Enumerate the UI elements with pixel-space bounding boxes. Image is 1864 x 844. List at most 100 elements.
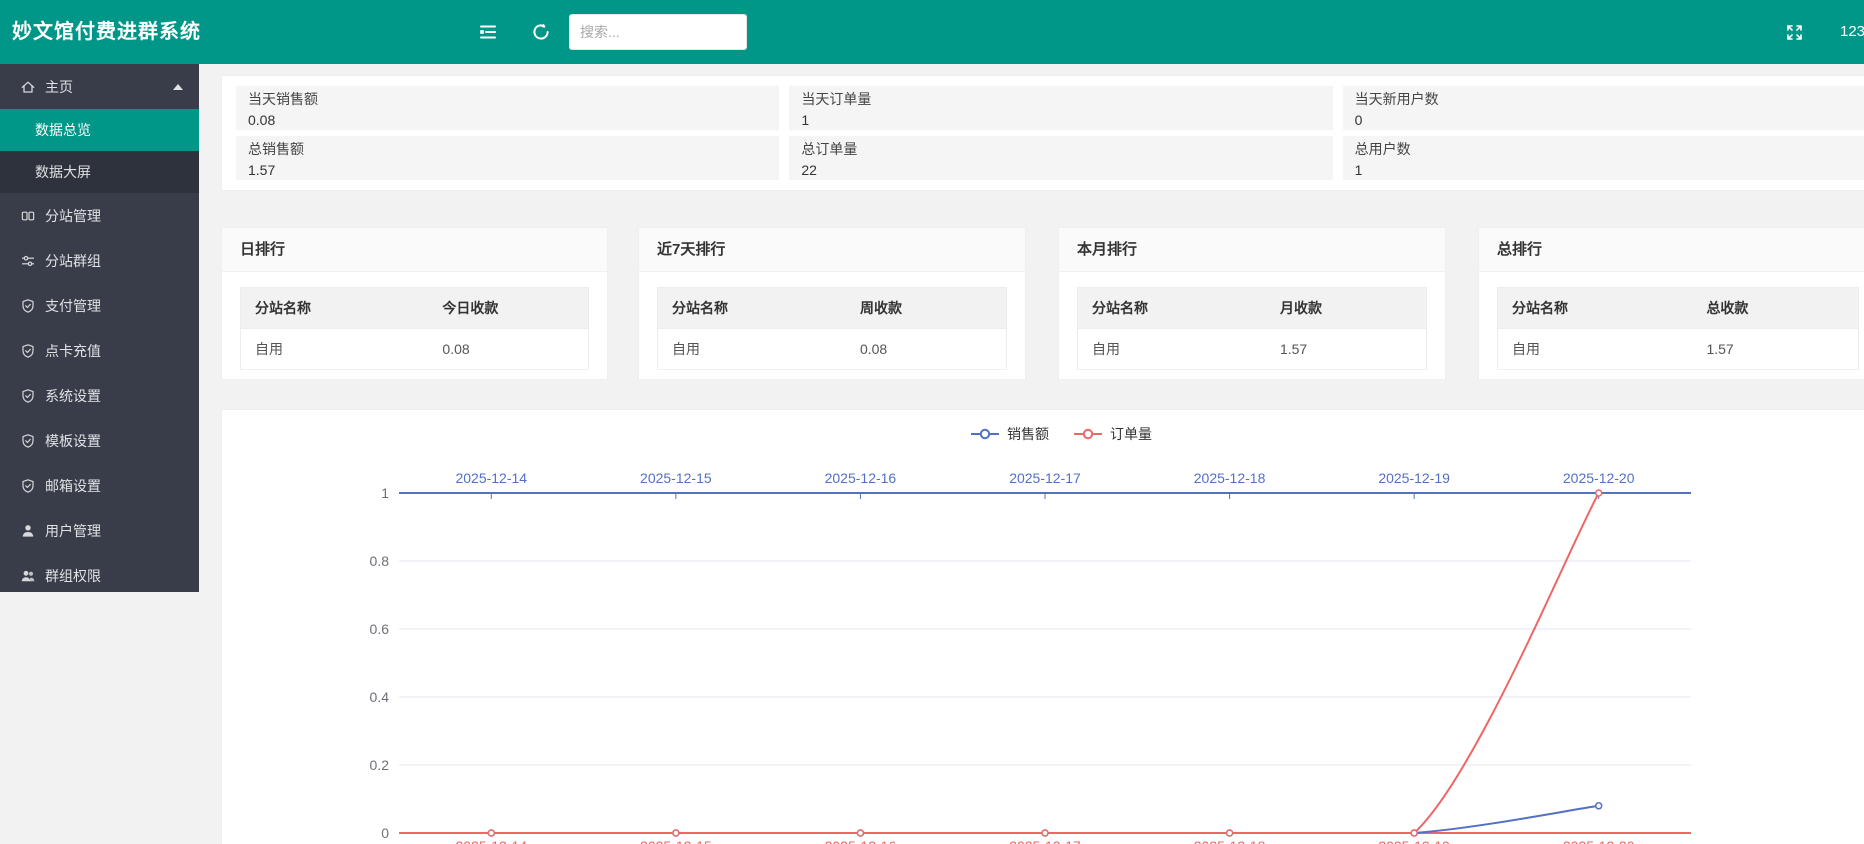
ranking-table-header-row: 分站名称月收款	[1078, 288, 1427, 329]
stat-cell-当天销售额: 当天销售额0.08	[236, 86, 779, 130]
series-line-订单量	[491, 493, 1598, 833]
shield-icon	[20, 388, 36, 404]
ranking-cell: 自用	[241, 329, 429, 370]
table-row: 自用0.08	[241, 329, 589, 370]
search-box	[569, 14, 747, 50]
stat-cell-当天订单量: 当天订单量1	[789, 86, 1332, 130]
bottom-x-axis-label: 2025-12-18	[1194, 838, 1266, 844]
ranking-card-title: 本月排行	[1059, 228, 1445, 272]
app-title: 妙文馆付费进群系统	[12, 0, 201, 64]
ranking-table-header-row: 分站名称周收款	[658, 288, 1007, 329]
sidebar-item-label: 群组权限	[45, 566, 101, 586]
data-point-订单量	[1596, 490, 1602, 496]
stat-label: 总用户数	[1355, 139, 1864, 159]
stat-label: 当天订单量	[801, 89, 1320, 109]
legend-label: 销售额	[1007, 424, 1049, 444]
stat-cell-总用户数: 总用户数1	[1343, 136, 1864, 180]
bottom-x-axis-label: 2025-12-17	[1009, 838, 1081, 844]
shield-icon	[20, 433, 36, 449]
bottom-x-axis-label: 2025-12-15	[640, 838, 712, 844]
data-point-订单量	[1227, 830, 1233, 836]
bottom-x-axis-label: 2025-12-14	[455, 838, 527, 844]
stat-cell-总销售额: 总销售额1.57	[236, 136, 779, 180]
sidebar-item-群组权限[interactable]: 群组权限	[0, 553, 199, 598]
table-row: 自用1.57	[1498, 329, 1859, 370]
sidebar-item-分站群组[interactable]: 分站群组	[0, 238, 199, 283]
legend-item-订单量[interactable]: 订单量	[1073, 424, 1152, 444]
sidebar-item-label: 用户管理	[45, 521, 101, 541]
ranking-col-header: 总收款	[1692, 288, 1858, 329]
bottom-x-axis-label: 2025-12-16	[825, 838, 897, 844]
refresh-icon[interactable]	[531, 22, 551, 42]
ranking-col-header: 分站名称	[1498, 288, 1693, 329]
legend-marker-icon	[970, 428, 1000, 440]
y-axis-tick-label: 0	[381, 825, 389, 841]
y-axis-tick-label: 1	[381, 485, 389, 501]
sidebar-item-label: 数据总览	[35, 120, 91, 140]
search-input[interactable]	[570, 15, 746, 49]
ranking-table: 分站名称月收款自用1.57	[1077, 287, 1427, 370]
legend-item-销售额[interactable]: 销售额	[970, 424, 1049, 444]
bottom-x-axis-label: 2025-12-19	[1378, 838, 1450, 844]
fullscreen-icon[interactable]	[1786, 24, 1803, 41]
sidebar-item-模板设置[interactable]: 模板设置	[0, 418, 199, 463]
data-point-销售额	[1596, 803, 1602, 809]
stat-label: 总销售额	[248, 139, 767, 159]
sidebar-item-label: 邮箱设置	[45, 476, 101, 496]
ranking-col-header: 分站名称	[241, 288, 429, 329]
ranking-cell: 1.57	[1692, 329, 1858, 370]
stat-value: 1.57	[248, 160, 767, 180]
header-username[interactable]: 12345	[1840, 0, 1864, 64]
sidebar-item-支付管理[interactable]: 支付管理	[0, 283, 199, 328]
ranking-table-header-row: 分站名称今日收款	[241, 288, 589, 329]
stat-cell-总订单量: 总订单量22	[789, 136, 1332, 180]
stat-value: 1	[1355, 160, 1864, 180]
ranking-cell: 0.08	[846, 329, 1007, 370]
sidebar-item-label: 系统设置	[45, 386, 101, 406]
users-icon	[20, 568, 36, 584]
bottom-x-axis-label: 2025-12-20	[1563, 838, 1635, 844]
data-point-订单量	[857, 830, 863, 836]
sidebar-item-label: 主页	[45, 77, 73, 97]
sidebar-item-主页[interactable]: 主页	[0, 64, 199, 109]
ranking-card-body: 分站名称月收款自用1.57	[1059, 272, 1445, 370]
sidebar-item-label: 模板设置	[45, 431, 101, 451]
table-row: 自用1.57	[1078, 329, 1427, 370]
y-axis-tick-label: 0.6	[370, 621, 390, 637]
sidebar-item-分站管理[interactable]: 分站管理	[0, 193, 199, 238]
ranking-table: 分站名称周收款自用0.08	[657, 287, 1007, 370]
stats-overview-card: 当天销售额0.08当天订单量1当天新用户数0总销售额1.57总订单量22总用户数…	[221, 75, 1864, 191]
ranking-col-header: 分站名称	[1078, 288, 1266, 329]
y-axis-tick-label: 0.4	[370, 689, 390, 705]
sliders-icon	[20, 253, 36, 269]
table-row: 自用0.08	[658, 329, 1007, 370]
sales-orders-line-chart[interactable]: 00.20.40.60.812025-12-142025-12-152025-1…	[222, 410, 1864, 844]
ranking-col-header: 今日收款	[428, 288, 588, 329]
sidebar-item-label: 分站管理	[45, 206, 101, 226]
sidebar-item-点卡充值[interactable]: 点卡充值	[0, 328, 199, 373]
stat-value: 22	[801, 160, 1320, 180]
stat-value: 0	[1355, 110, 1864, 130]
sidebar-item-邮箱设置[interactable]: 邮箱设置	[0, 463, 199, 508]
sidebar-item-数据总览[interactable]: 数据总览	[0, 109, 199, 151]
stats-grid: 当天销售额0.08当天订单量1当天新用户数0总销售额1.57总订单量22总用户数…	[236, 86, 1864, 180]
top-x-axis-label: 2025-12-18	[1194, 470, 1266, 486]
sidebar-item-系统设置[interactable]: 系统设置	[0, 373, 199, 418]
shield-icon	[20, 343, 36, 359]
ranking-card-title: 日排行	[222, 228, 607, 272]
ranking-col-header: 周收款	[846, 288, 1007, 329]
user-icon	[20, 523, 36, 539]
top-x-axis-label: 2025-12-17	[1009, 470, 1081, 486]
chart-card: 销售额订单量 00.20.40.60.812025-12-142025-12-1…	[221, 409, 1864, 844]
top-x-axis-label: 2025-12-14	[455, 470, 527, 486]
ranking-card-title: 近7天排行	[639, 228, 1025, 272]
stat-label: 当天销售额	[248, 89, 767, 109]
legend-label: 订单量	[1110, 424, 1152, 444]
sidebar-collapse-icon[interactable]	[477, 21, 499, 43]
shield-icon	[20, 298, 36, 314]
ranking-col-header: 分站名称	[658, 288, 846, 329]
sidebar-item-数据大屏[interactable]: 数据大屏	[0, 151, 199, 193]
ranking-cell: 自用	[1078, 329, 1266, 370]
ranking-card-本月排行: 本月排行分站名称月收款自用1.57	[1058, 227, 1446, 380]
sidebar-item-用户管理[interactable]: 用户管理	[0, 508, 199, 553]
